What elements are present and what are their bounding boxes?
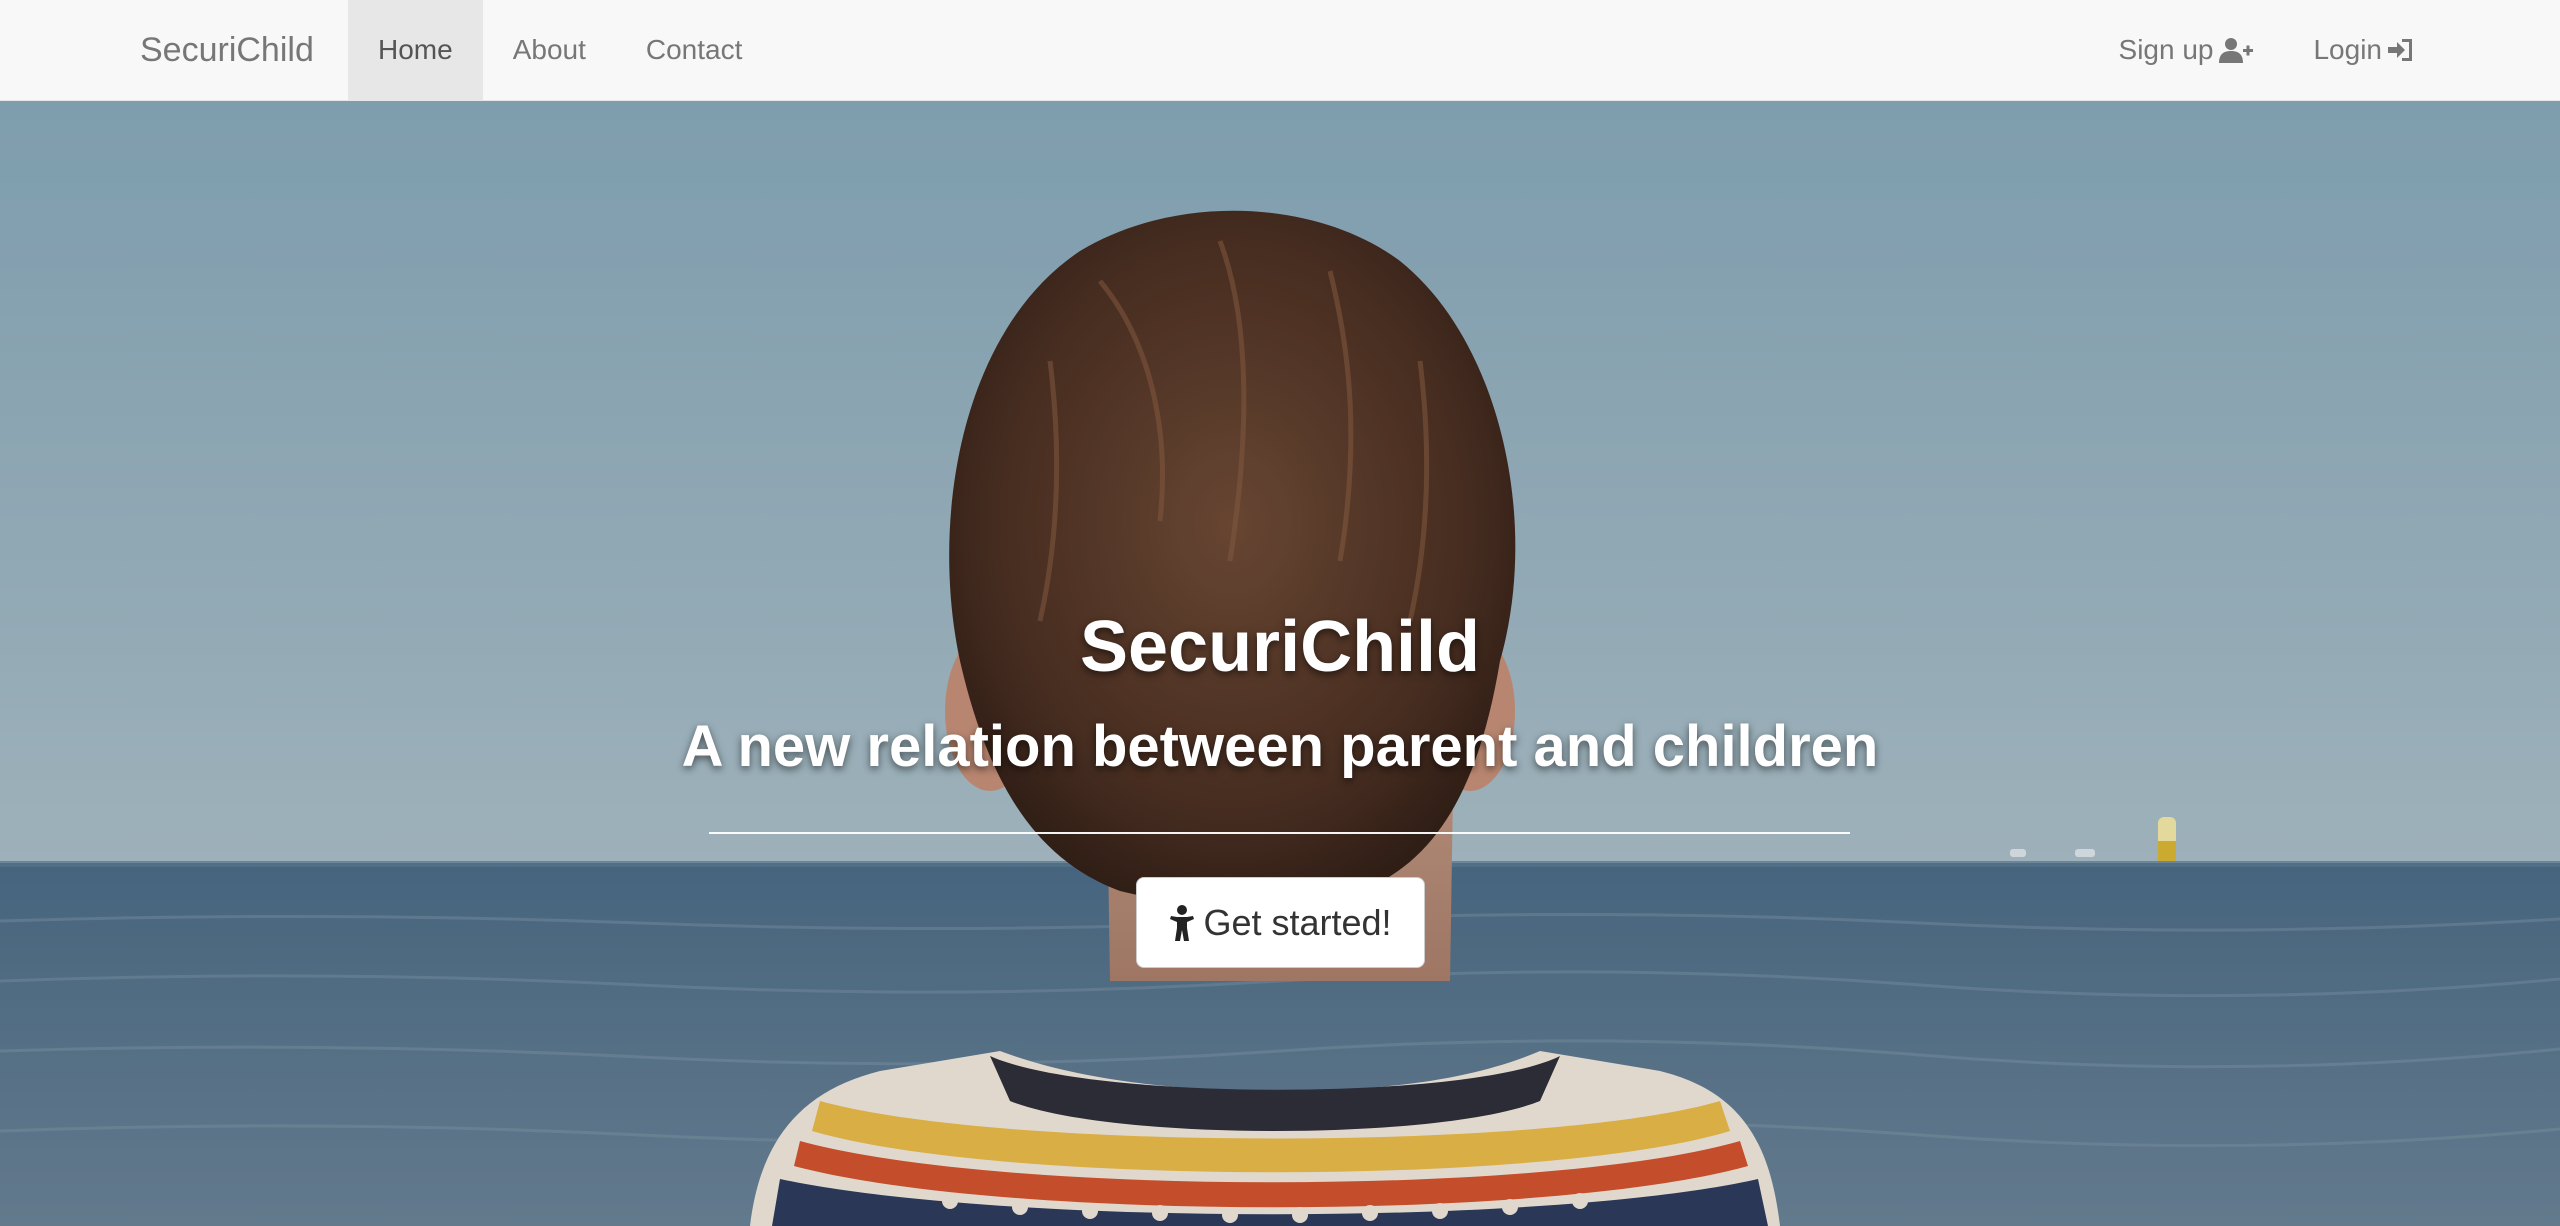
- login-label: Login: [2313, 34, 2382, 65]
- brand-link[interactable]: SecuriChild: [140, 0, 314, 100]
- hero-content: SecuriChild A new relation between paren…: [0, 101, 2560, 1226]
- sign-up-label: Sign up: [2118, 34, 2214, 65]
- main-nav: Home About Contact: [348, 0, 772, 100]
- child-icon: [1169, 904, 1195, 941]
- get-started-button[interactable]: Get started!: [1136, 877, 1425, 968]
- hero-title: SecuriChild: [1079, 607, 1481, 687]
- nav-item-contact[interactable]: Contact: [616, 0, 773, 100]
- get-started-label: Get started!: [1203, 901, 1392, 943]
- user-plus-icon: [2219, 37, 2254, 63]
- sign-in-icon: [2388, 37, 2414, 63]
- top-navbar: SecuriChild Home About Contact Sign up L…: [0, 0, 2560, 101]
- account-nav: Sign up Login: [2089, 0, 2444, 100]
- page: SecuriChild Home About Contact Sign up L…: [0, 0, 2560, 1226]
- nav-item-about[interactable]: About: [483, 0, 616, 100]
- hero-divider: [709, 832, 1850, 834]
- login-link[interactable]: Login: [2283, 0, 2444, 100]
- sign-up-link[interactable]: Sign up: [2089, 0, 2284, 100]
- hero-subtitle: A new relation between parent and childr…: [681, 714, 1879, 779]
- hero-section: SecuriChild A new relation between paren…: [0, 101, 2560, 1226]
- nav-item-home[interactable]: Home: [348, 0, 483, 100]
